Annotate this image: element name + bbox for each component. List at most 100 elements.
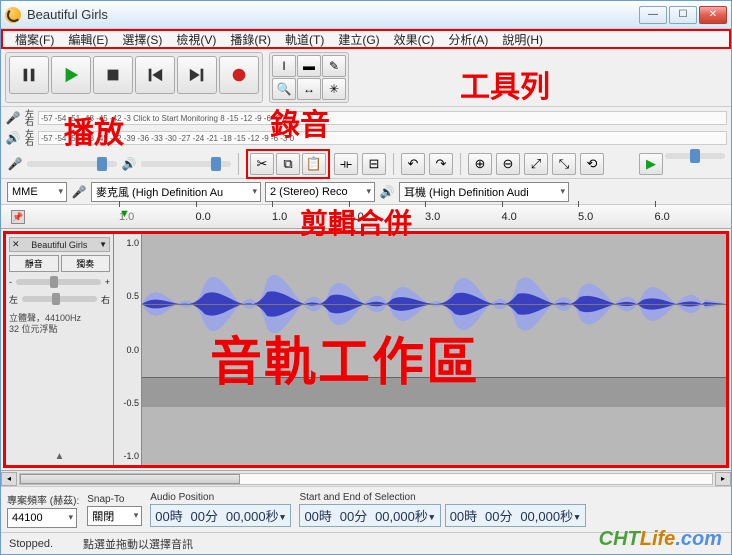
close-button[interactable]: ✕: [699, 6, 727, 24]
watermark: CHTLife.com: [599, 528, 722, 551]
track-format-info: 立體聲，44100Hz 32 位元浮點: [9, 313, 110, 335]
gain-slider[interactable]: [16, 279, 101, 285]
undo-icon[interactable]: ↶: [401, 153, 425, 175]
mic-icon[interactable]: 🎤: [5, 110, 21, 126]
tick: 2.0: [349, 211, 426, 223]
meters: 🎤 左 右 -57 -54 -51 -48 -45 -42 -3 Click t…: [1, 107, 731, 149]
status-hint: 點選並拖動以選擇音訊: [83, 536, 193, 552]
envelope-tool-icon[interactable]: ▬: [297, 55, 321, 77]
playback-volume-slider[interactable]: [141, 161, 231, 167]
menu-transport[interactable]: 播錄(R): [224, 30, 277, 49]
menu-tracks[interactable]: 軌道(T): [279, 30, 330, 49]
window-title: Beautiful Girls: [27, 7, 639, 22]
snap-combo[interactable]: 關閉: [87, 506, 142, 526]
tick: 1.0: [272, 211, 349, 223]
tick: 0.0: [196, 211, 273, 223]
redo-icon[interactable]: ↷: [429, 153, 453, 175]
play-button[interactable]: [51, 56, 91, 94]
project-rate-label: 專案頻率 (赫茲):: [7, 492, 79, 507]
playback-meter[interactable]: -57 -54 -51 -48 -45 -42 -39 -36 -33 -30 …: [38, 131, 727, 145]
audio-host-combo[interactable]: MME: [7, 182, 67, 202]
multi-tool-icon[interactable]: ✳: [322, 78, 346, 100]
cut-icon[interactable]: ✂: [250, 153, 274, 175]
trim-icon[interactable]: ⟛: [334, 153, 358, 175]
zoom-toggle-icon[interactable]: ⟲: [580, 153, 604, 175]
tick: 5.0: [578, 211, 655, 223]
fit-project-icon[interactable]: ⤡: [552, 153, 576, 175]
stop-button[interactable]: [93, 56, 133, 94]
speaker-icon[interactable]: 🔊: [5, 130, 21, 146]
menubar: 檔案(F) 編輯(E) 選擇(S) 檢視(V) 播錄(R) 軌道(T) 建立(G…: [1, 29, 731, 49]
selection-tool-icon[interactable]: I: [272, 55, 296, 77]
skip-end-button[interactable]: [177, 56, 217, 94]
mute-button[interactable]: 靜音: [9, 255, 59, 272]
edit-buttons-group: ✂ ⧉ 📋: [246, 149, 330, 179]
device-toolbar: MME 🎤 麥克風 (High Definition Au 2 (Stereo)…: [1, 179, 731, 205]
tick: 4.0: [502, 211, 579, 223]
selection-end-display[interactable]: 00時 00分 00,000秒▾: [445, 504, 586, 527]
collapse-button[interactable]: ▲: [9, 451, 110, 462]
timeline-ruler[interactable]: 📌 ▼ 1.0 0.0 1.0 2.0 3.0 4.0 5.0 6.0: [1, 205, 731, 229]
rec-lr-label: 左 右: [25, 110, 34, 126]
zoom-tool-icon[interactable]: 🔍: [272, 78, 296, 100]
input-channels-combo[interactable]: 2 (Stereo) Reco: [265, 182, 375, 202]
menu-analyze[interactable]: 分析(A): [442, 30, 494, 49]
record-button[interactable]: [219, 56, 259, 94]
audio-position-display[interactable]: 00時 00分 00,000秒▾: [150, 504, 291, 527]
menu-file[interactable]: 檔案(F): [9, 30, 60, 49]
input-device-icon: 🎤: [71, 184, 87, 200]
status-state: Stopped.: [9, 538, 53, 550]
menu-view[interactable]: 檢視(V): [170, 30, 222, 49]
play-at-speed-icon[interactable]: ▶: [639, 153, 663, 175]
zoom-out-icon[interactable]: ⊖: [496, 153, 520, 175]
menu-generate[interactable]: 建立(G): [332, 30, 385, 49]
selection-start-display[interactable]: 00時 00分 00,000秒▾: [299, 504, 440, 527]
track-area: ✕ Beautiful Girls ▼ 靜音 獨奏 - + 左 右 立體聲，44…: [3, 231, 729, 468]
menu-help[interactable]: 說明(H): [496, 30, 549, 49]
titlebar: Beautiful Girls — ☐ ✕: [1, 1, 731, 29]
menu-edit[interactable]: 編輯(E): [62, 30, 114, 49]
maximize-button[interactable]: ☐: [669, 6, 697, 24]
solo-button[interactable]: 獨奏: [61, 255, 111, 272]
menu-select[interactable]: 選擇(S): [116, 30, 168, 49]
zoom-in-icon[interactable]: ⊕: [468, 153, 492, 175]
output-device-icon: 🔊: [379, 184, 395, 200]
pan-slider[interactable]: [22, 296, 97, 302]
tick: 1.0: [119, 211, 196, 223]
snap-label: Snap-To: [87, 494, 142, 505]
pin-button[interactable]: 📌: [11, 210, 25, 224]
scroll-right-icon[interactable]: ▸: [715, 472, 731, 486]
mixer-edit-toolbar: 🎤 🔊 ✂ ⧉ 📋 ⟛ ⊟ ↶ ↷ ⊕ ⊖ ⤢ ⤡ ⟲ ▶: [1, 149, 731, 179]
scroll-left-icon[interactable]: ◂: [1, 472, 17, 486]
track-name-dropdown[interactable]: ✕ Beautiful Girls ▼: [9, 237, 110, 252]
draw-tool-icon[interactable]: ✎: [322, 55, 346, 77]
selection-toolbar: 專案頻率 (赫茲): 44100 Snap-To 關閉 Audio Positi…: [1, 486, 731, 532]
tick: 3.0: [425, 211, 502, 223]
waveform-display[interactable]: [142, 234, 726, 465]
selection-label: Start and End of Selection: [299, 492, 725, 503]
silence-icon[interactable]: ⊟: [362, 153, 386, 175]
recording-volume-slider[interactable]: [27, 161, 117, 167]
track-yaxis: 1.0 0.5 0.0 -0.5 -1.0: [114, 234, 142, 465]
horizontal-scrollbar[interactable]: ◂ ▸: [1, 470, 731, 486]
play-speed-slider[interactable]: [665, 153, 725, 159]
paste-icon[interactable]: 📋: [302, 153, 326, 175]
transport-toolbar: I ▬ ✎ 🔍 ↔ ✳: [1, 49, 731, 107]
rec-vol-icon: 🎤: [7, 156, 23, 172]
skip-start-button[interactable]: [135, 56, 175, 94]
project-rate-combo[interactable]: 44100: [7, 508, 77, 528]
recording-meter[interactable]: -57 -54 -51 -48 -45 -42 -3 Click to Star…: [38, 111, 727, 125]
play-vol-icon: 🔊: [121, 156, 137, 172]
output-device-combo[interactable]: 耳機 (High Definition Audi: [399, 182, 569, 202]
copy-icon[interactable]: ⧉: [276, 153, 300, 175]
play-lr-label: 左 右: [25, 130, 34, 146]
timeshift-tool-icon[interactable]: ↔: [297, 78, 321, 100]
menu-effect[interactable]: 效果(C): [388, 30, 441, 49]
app-icon: [5, 7, 21, 23]
fit-selection-icon[interactable]: ⤢: [524, 153, 548, 175]
minimize-button[interactable]: —: [639, 6, 667, 24]
track-control-panel: ✕ Beautiful Girls ▼ 靜音 獨奏 - + 左 右 立體聲，44…: [6, 234, 114, 465]
pause-button[interactable]: [9, 56, 49, 94]
tick: 6.0: [655, 211, 732, 223]
input-device-combo[interactable]: 麥克風 (High Definition Au: [91, 182, 261, 202]
